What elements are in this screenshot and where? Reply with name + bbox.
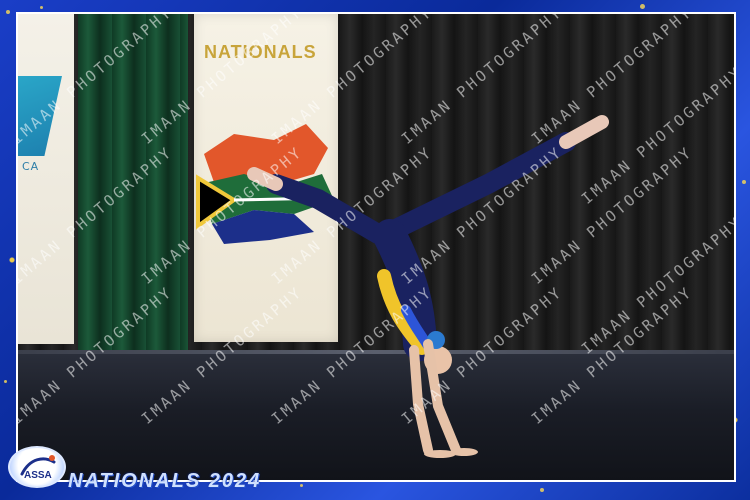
glitter-dot [300,484,303,487]
assa-logo: ASSA [8,446,66,488]
gymnast-figure [247,115,609,458]
glitter-dot [640,4,645,9]
glitter-dot [40,6,43,9]
logo-text: ASSA [24,470,52,481]
performance-photo: CA NATIONALS IMAAN PHOTOGRAPHY IMAAN PHO… [16,12,736,482]
glitter-dot [742,180,746,184]
glitter-dot [540,488,544,492]
glitter-dot [4,380,7,383]
photo-frame: CA NATIONALS IMAAN PHOTOGRAPHY IMAAN PHO… [0,0,750,500]
glitter-dot [6,10,10,14]
gymnast-logo-icon: ASSA [20,455,56,481]
event-title: NATIONALS 2024 [68,470,262,492]
